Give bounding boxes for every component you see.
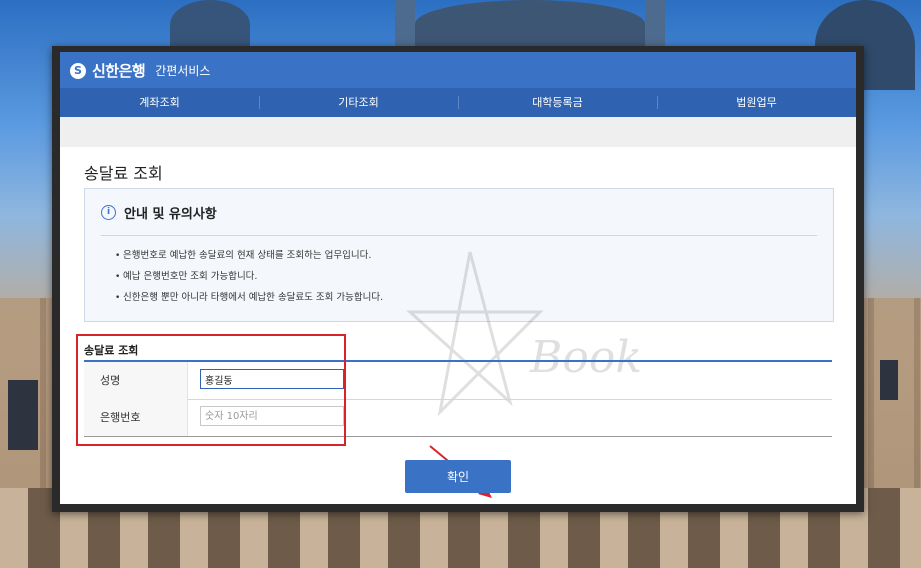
bank-window: S 신한은행 간편서비스 계좌조회 기타조회 대학등록금 법원업무 송달료 조회… [60, 52, 856, 504]
notice-box: i 안내 및 유의사항 은행번호로 예납한 송달료의 현재 상태를 조회하는 업… [84, 188, 834, 322]
nav-item-other[interactable]: 기타조회 [259, 88, 458, 117]
notice-title: 안내 및 유의사항 [124, 207, 217, 222]
highlight-box [76, 334, 346, 446]
confirm-button[interactable]: 확인 [405, 460, 511, 493]
brand-name: 신한은행 [92, 62, 146, 80]
header-bar: S 신한은행 간편서비스 [60, 52, 856, 88]
browser-frame: S 신한은행 간편서비스 계좌조회 기타조회 대학등록금 법원업무 송달료 조회… [52, 46, 864, 512]
notice-item: 은행번호로 예납한 송달료의 현재 상태를 조회하는 업무입니다. [115, 249, 383, 270]
notice-item: 예납 은행번호만 조회 가능합니다. [115, 270, 383, 291]
notice-header: i 안내 및 유의사항 [101, 203, 217, 222]
nav-item-tuition[interactable]: 대학등록금 [458, 88, 657, 117]
main-nav: 계좌조회 기타조회 대학등록금 법원업무 [60, 88, 856, 117]
bank-logo[interactable]: S 신한은행 간편서비스 [70, 60, 210, 81]
notice-divider [101, 235, 817, 236]
page-title: 송달료 조회 [84, 164, 163, 183]
notice-list: 은행번호로 예납한 송달료의 현재 상태를 조회하는 업무입니다. 예납 은행번… [115, 249, 383, 312]
shinhan-logo-icon: S [70, 62, 86, 79]
notice-item: 신한은행 뿐만 아니라 타행에서 예납한 송달료도 조회 가능합니다. [115, 291, 383, 312]
nav-item-account[interactable]: 계좌조회 [60, 88, 259, 117]
info-icon: i [101, 205, 116, 220]
service-name: 간편서비스 [155, 64, 211, 78]
nav-item-court[interactable]: 법원업무 [657, 88, 856, 117]
sub-bar [60, 117, 856, 147]
